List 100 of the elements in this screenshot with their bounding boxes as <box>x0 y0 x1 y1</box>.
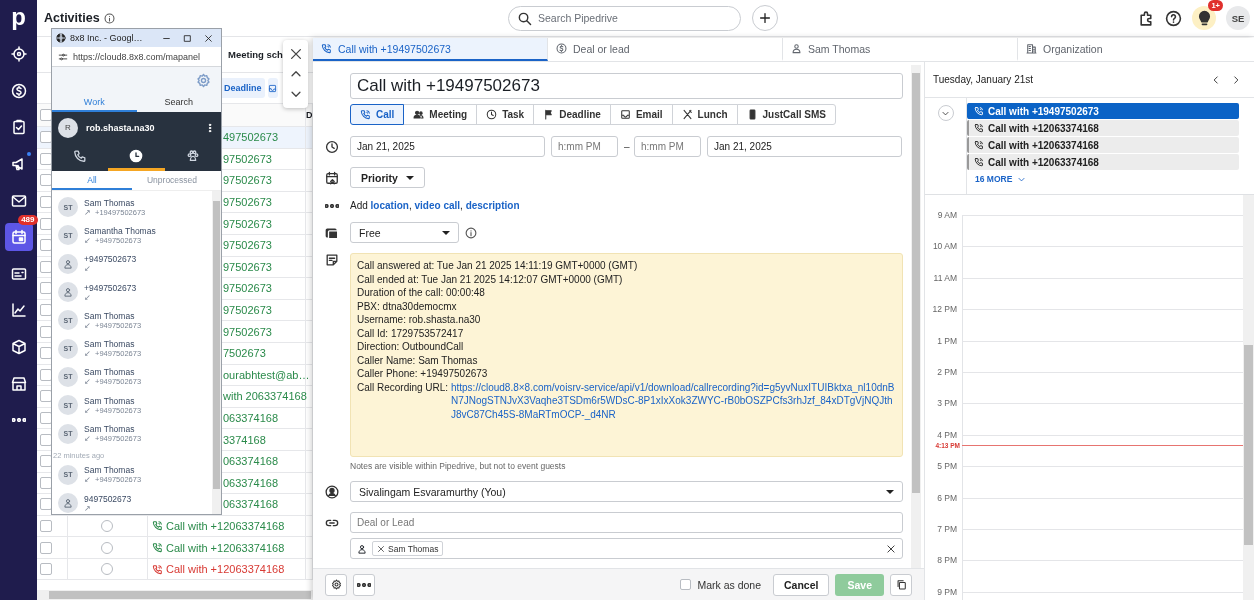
caller-name[interactable]: Sam Thomas <box>84 197 146 208</box>
activity-link[interactable]: 97502673 <box>223 260 272 273</box>
calendar-event[interactable]: Call with +12063374168 <box>967 120 1239 136</box>
caller-name[interactable]: Sam Thomas <box>84 367 142 378</box>
horizontal-scrollbar[interactable] <box>37 590 313 600</box>
caller-name[interactable]: Sam Thomas <box>84 339 142 350</box>
settings-button[interactable] <box>325 573 347 596</box>
tab[interactable]: Call with +19497502673 <box>313 38 548 61</box>
logo[interactable]: p <box>11 0 26 36</box>
details-link[interactable]: description <box>465 200 520 211</box>
filter-tab[interactable]: All <box>52 171 132 190</box>
activity-link[interactable]: ourabhtest@ab… <box>223 368 310 381</box>
activity-link[interactable]: 97502673 <box>223 152 272 165</box>
row-checkbox[interactable] <box>40 455 52 468</box>
row-checkbox[interactable] <box>40 174 52 187</box>
activity-link[interactable]: 7502673 <box>223 347 266 360</box>
row-checkbox[interactable] <box>40 325 52 338</box>
activity-type-button[interactable]: Call <box>350 104 405 125</box>
scrollbar[interactable] <box>911 65 921 568</box>
row-checkbox[interactable] <box>40 304 52 317</box>
tips-button[interactable] <box>1192 6 1216 30</box>
notes-field[interactable] <box>350 253 903 457</box>
cancel-button[interactable]: Cancel <box>773 573 830 596</box>
row-checkbox[interactable] <box>40 563 52 576</box>
calendar-event[interactable]: Call with +12063374168 <box>967 137 1239 153</box>
start-time-field[interactable]: h:mm PM <box>551 136 618 157</box>
nav-item[interactable] <box>4 223 33 252</box>
end-time-field[interactable]: h:mm PM <box>634 136 701 157</box>
add-button[interactable] <box>752 5 778 31</box>
row-checkbox[interactable] <box>40 476 52 489</box>
activity-link[interactable]: 97502673 <box>223 217 272 230</box>
row-checkbox[interactable] <box>40 520 52 532</box>
select-all-checkbox[interactable] <box>40 109 52 121</box>
caller-name[interactable]: 9497502673 <box>84 493 132 504</box>
details-link[interactable]: location <box>370 200 409 211</box>
caller-name[interactable]: Sam Thomas <box>84 465 142 476</box>
tab[interactable]: Deal or lead <box>548 38 783 61</box>
activity-type-button[interactable]: JustCall SMS <box>736 104 836 125</box>
row-checkbox[interactable] <box>40 196 52 209</box>
help-button[interactable] <box>1165 9 1182 27</box>
row-checkbox[interactable] <box>40 239 52 252</box>
row-checkbox[interactable] <box>40 498 52 511</box>
clear-button[interactable] <box>886 543 896 554</box>
done-toggle[interactable] <box>101 520 113 532</box>
row-checkbox[interactable] <box>40 282 52 295</box>
participants-field[interactable]: Sam Thomas <box>350 538 903 559</box>
close-button[interactable] <box>288 47 303 61</box>
show-more-button[interactable]: 16 MORE <box>967 171 1035 187</box>
activity-link[interactable]: 063374168 <box>223 476 279 489</box>
activity-link[interactable]: 063374168 <box>223 498 279 511</box>
scrollbar[interactable] <box>212 191 221 514</box>
filter-tab[interactable]: Unprocessed <box>132 171 212 190</box>
done-toggle[interactable] <box>101 541 113 554</box>
row-checkbox[interactable] <box>40 433 52 446</box>
more-button[interactable] <box>353 573 375 596</box>
tab[interactable]: Sam Thomas <box>783 38 1018 61</box>
activity-link[interactable]: 97502673 <box>223 239 272 252</box>
caller-name[interactable]: +9497502673 <box>84 254 137 265</box>
extensions-button[interactable] <box>1138 9 1155 27</box>
activity-link[interactable]: with 2063374168 <box>223 390 307 403</box>
caller-name[interactable]: Sam Thomas <box>84 310 142 321</box>
row-checkbox[interactable] <box>40 541 52 554</box>
activity-link[interactable]: 3374168 <box>223 433 266 446</box>
calendar-event[interactable]: Call with +19497502673 <box>967 103 1239 119</box>
activity-type-button[interactable]: Task <box>476 104 535 125</box>
subject-field[interactable]: Call with +19497502673 <box>350 73 903 99</box>
row-checkbox[interactable] <box>40 131 52 144</box>
row-checkbox[interactable] <box>40 152 52 165</box>
activity-type-button[interactable]: Lunch <box>671 104 738 125</box>
activity-link[interactable]: 97502673 <box>223 282 272 295</box>
activity-link[interactable]: 97502673 <box>223 196 272 209</box>
activity-link[interactable]: 97502673 <box>223 304 272 317</box>
activity-type-button[interactable]: Deadline <box>533 104 611 125</box>
deal-field[interactable]: Deal or Lead <box>350 512 903 533</box>
row-checkbox[interactable] <box>40 390 52 403</box>
user-avatar[interactable]: SE <box>1226 6 1250 30</box>
activity-type-button[interactable]: Meeting <box>403 104 478 125</box>
email-filter-button[interactable] <box>267 78 278 98</box>
row-checkbox[interactable] <box>40 368 52 381</box>
availability-dropdown[interactable]: Free <box>350 222 459 243</box>
scrollbar[interactable] <box>1243 195 1254 600</box>
settings-icon[interactable] <box>196 73 211 88</box>
participant-chip[interactable]: Sam Thomas <box>372 541 444 556</box>
caller-name[interactable]: Samantha Thomas <box>84 225 156 236</box>
owner-dropdown[interactable]: Sivalingam Esvaramurthy (You) <box>350 481 903 502</box>
caller-name[interactable]: Sam Thomas <box>84 395 142 406</box>
activity-link[interactable]: 063374168 <box>223 412 279 424</box>
duplicate-button[interactable] <box>890 573 912 596</box>
tab[interactable]: Organization <box>1018 38 1254 61</box>
recording-link[interactable]: https://cloud8.8×8.com/voisrv-service/api/v1/download/callrecording?id=g5yvNuxITUIBktxa_nl10dnBN7JNogSTNJvX3Vaqhe3TSDm6r5WDsC-8P1xIxXok3ZWYC-rB0bOSZPCfs3rhJzf_84xDTgVjNQJthJ8vC87Ch45S-8MaRTmOCP-_d4NR <box>450 380 896 421</box>
activity-link[interactable]: 497502673 <box>223 131 279 144</box>
activity-link[interactable]: 97502673 <box>223 325 272 338</box>
activity-link[interactable]: 97502673 <box>223 174 272 187</box>
activity-link[interactable]: Call with +12063374168 <box>148 520 285 532</box>
row-checkbox[interactable] <box>40 217 52 230</box>
row-checkbox[interactable] <box>40 412 52 424</box>
calendar-event[interactable]: Call with +12063374168 <box>967 154 1239 170</box>
row-checkbox[interactable] <box>40 260 52 273</box>
collapse-button[interactable] <box>937 105 954 121</box>
row-checkbox[interactable] <box>40 347 52 360</box>
